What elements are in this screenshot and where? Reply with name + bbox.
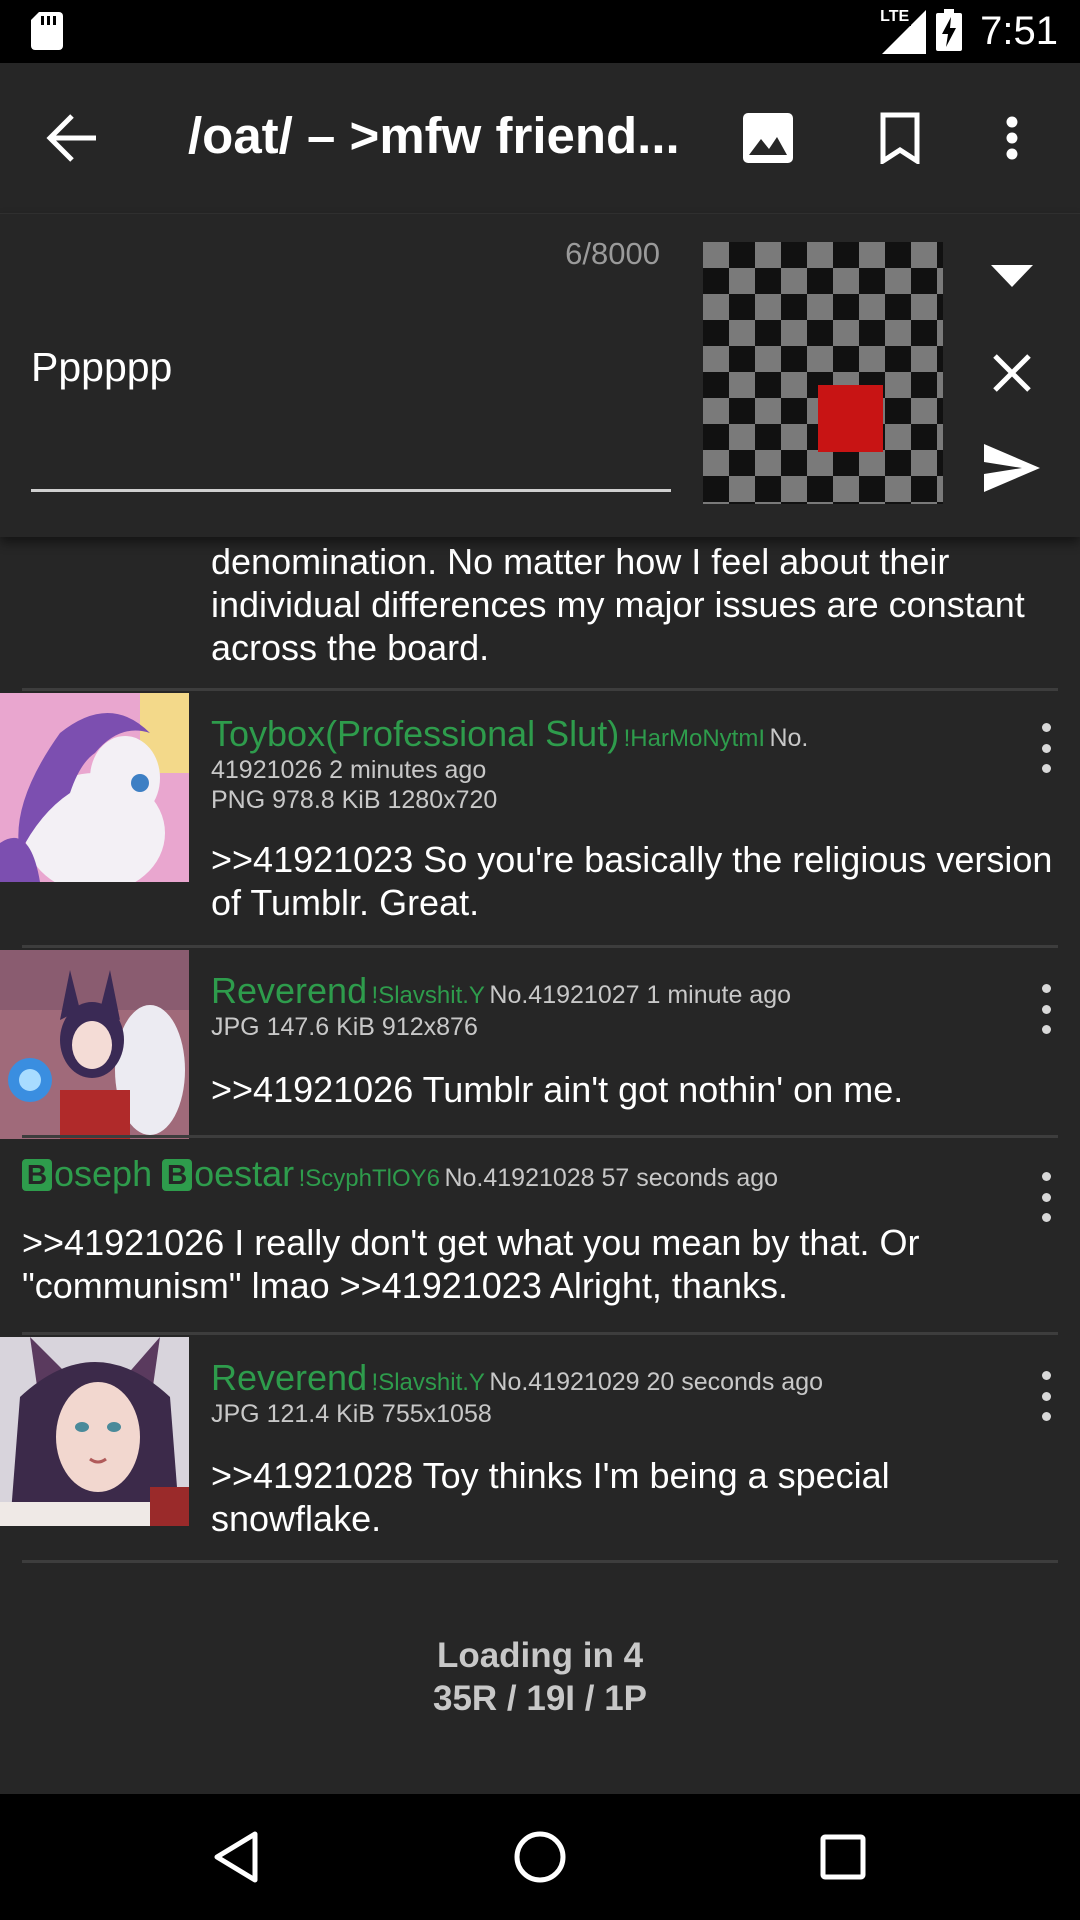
post-divider — [22, 1560, 1058, 1563]
post-meta: No.41921028 57 seconds ago — [444, 1164, 779, 1192]
clock: 7:51 — [980, 9, 1058, 53]
post-comment: >>41921026 Tumblr ain't got nothin' on m… — [211, 1069, 904, 1110]
post-comment: >>41921028 Toy thinks I'm being a specia… — [211, 1455, 890, 1539]
post-header: Reverend !Slavshit.Y No.41921027 1 minut… — [211, 970, 991, 1042]
post-divider — [22, 1332, 1058, 1335]
post-divider — [22, 1135, 1058, 1138]
post-header: Reverend !Slavshit.Y No.41921029 20 seco… — [211, 1357, 991, 1429]
post-divider — [22, 945, 1058, 948]
post-item[interactable]: Boseph Boestar !ScyphTlOY6 No.41921028 5… — [0, 1140, 1080, 1325]
char-counter: 6/8000 — [565, 236, 660, 271]
sd-card-icon — [31, 12, 63, 54]
name-badge-b: B — [162, 1159, 193, 1191]
post-header: Boseph Boestar !ScyphTlOY6 No.41921028 5… — [22, 1153, 1022, 1195]
poster-tripcode: !HarMoNytmI — [623, 725, 765, 752]
signal-icon: LTE — [878, 7, 927, 54]
post-menu-icon[interactable] — [1033, 1371, 1059, 1421]
close-icon[interactable] — [980, 341, 1044, 405]
send-icon[interactable] — [980, 436, 1044, 500]
name-badge-b: B — [22, 1159, 52, 1191]
more-vert-icon[interactable] — [982, 108, 1042, 168]
post-number: No. — [769, 724, 809, 752]
poster-tripcode: !ScyphTlOY6 — [298, 1165, 440, 1192]
post-item[interactable]: Reverend !Slavshit.Y No.41921029 20 seco… — [0, 1337, 1080, 1552]
post-meta: No.41921027 1 minute ago — [489, 981, 792, 1009]
reply-panel: 6/8000 Pppppp — [0, 213, 1080, 537]
attachment-preview-square — [818, 385, 883, 452]
post-file-info: JPG 147.6 KiB 912x876 — [211, 1013, 478, 1041]
thread-status: Loading in 4 35R / 19I / 1P — [0, 1634, 1080, 1720]
post-header: Toybox(Professional Slut) !HarMoNytmI No… — [211, 713, 991, 815]
post-menu-icon[interactable] — [1033, 1172, 1059, 1222]
poster-tripcode: !Slavshit.Y — [371, 982, 485, 1009]
reply-input-underline — [31, 489, 671, 492]
poster-name: Reverend — [211, 1357, 368, 1398]
image-icon[interactable] — [738, 108, 798, 168]
status-bar: LTE 7:51 — [0, 0, 1080, 63]
thread-title: /oat/ – >mfw friend... — [188, 107, 680, 164]
poster-tripcode: !Slavshit.Y — [371, 1369, 485, 1396]
post-meta: 41921026 2 minutes ago — [211, 756, 487, 784]
nav-recents-icon[interactable] — [803, 1817, 883, 1897]
nav-home-icon[interactable] — [500, 1817, 580, 1897]
post-comment-continued: denomination. No matter how I feel about… — [211, 541, 1025, 668]
post-thumbnail[interactable] — [0, 1337, 189, 1526]
post-menu-icon[interactable] — [1033, 984, 1059, 1034]
post-meta: No.41921029 20 seconds ago — [489, 1368, 823, 1396]
toolbar: /oat/ – >mfw friend... — [0, 63, 1080, 213]
post-file-info: JPG 121.4 KiB 755x1058 — [211, 1400, 492, 1428]
loading-label: Loading in 4 — [436, 1636, 644, 1675]
post-thumbnail[interactable] — [0, 693, 189, 882]
battery-charging-icon — [936, 8, 963, 55]
post-file-info: PNG 978.8 KiB 1280x720 — [211, 786, 498, 814]
post-menu-icon[interactable] — [1033, 723, 1059, 773]
navigation-bar — [0, 1794, 1080, 1920]
post-comment: >>41921023 So you're basically the relig… — [211, 839, 1053, 923]
post-comment: >>41921026 I really don't get what you m… — [22, 1222, 920, 1306]
post-item[interactable]: Reverend !Slavshit.Y No.41921027 1 minut… — [0, 950, 1080, 1140]
network-type-label: LTE — [878, 7, 912, 26]
poster-name: Reverend — [211, 970, 368, 1011]
post-thumbnail[interactable] — [0, 950, 189, 1139]
attachment-preview[interactable] — [703, 242, 943, 504]
bookmark-icon[interactable] — [870, 108, 930, 168]
poster-name: Boseph Boestar — [22, 1153, 294, 1194]
back-arrow-icon[interactable] — [42, 108, 102, 168]
thread-counts: 35R / 19I / 1P — [432, 1679, 648, 1718]
nav-back-icon[interactable] — [196, 1817, 276, 1897]
chevron-down-icon[interactable] — [980, 244, 1044, 308]
poster-name: Toybox(Professional Slut) — [211, 713, 620, 754]
post-divider — [22, 688, 1058, 691]
reply-input[interactable]: Pppppp — [31, 344, 671, 391]
post-item[interactable]: Toybox(Professional Slut) !HarMoNytmI No… — [0, 693, 1080, 923]
